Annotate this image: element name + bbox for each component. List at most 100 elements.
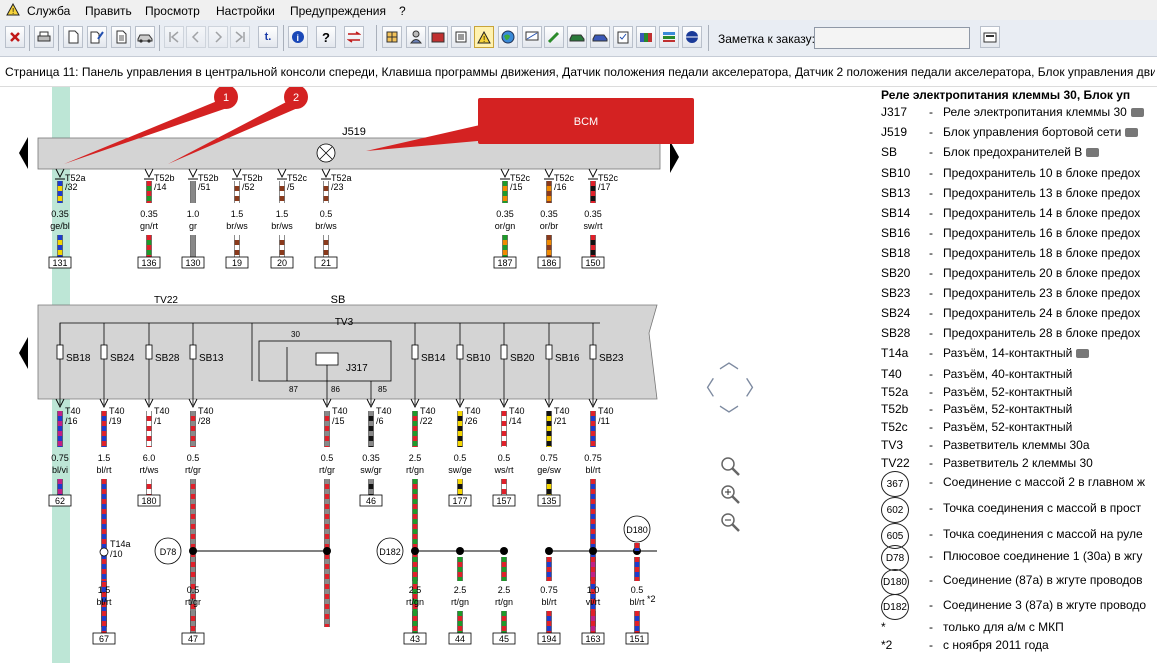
wire-size: 0.75 [540,453,558,463]
list-icon[interactable] [451,26,471,48]
wire-size: 0.35 [140,209,158,219]
wire-size: 1.5 [276,209,289,219]
wire-size: 0.75 [51,453,69,463]
edit-icon[interactable] [87,26,107,48]
menu-help[interactable]: ? [399,4,406,18]
fuse-symbol [56,344,64,360]
legend-code: SB24 [881,306,911,320]
wiring-diagram-svg: J519T52a/320.35ge/bl131T52b/140.35gn/rt1… [19,85,694,663]
menu-view[interactable]: Просмотр [145,4,200,18]
last-page-icon[interactable] [230,26,250,48]
legend-dash: - [929,620,933,634]
fuse-symbol [456,344,464,360]
wire-color: br/ws [226,221,248,231]
wire-color: ge/sw [537,465,561,475]
wire-size: 0.5 [631,585,644,595]
wire-color: ws/rt [494,465,514,475]
wire-color: bl/vi [52,465,68,475]
globe-icon[interactable] [498,26,518,48]
menu-warnings[interactable]: Предупреждения [290,4,386,18]
books-icon[interactable] [636,26,656,48]
car-icon[interactable] [135,26,155,48]
prev-page-icon[interactable] [186,26,206,48]
stack-icon[interactable] [659,26,679,48]
ref-box-label: 45 [499,634,509,644]
monitor-icon[interactable] [522,26,542,48]
clipboard-icon[interactable] [613,26,633,48]
info-icon[interactable]: i [288,26,308,48]
svg-text:i: i [297,33,300,43]
wire-color: or/br [540,221,559,231]
connector-pin: /16 [554,182,567,192]
ref-box-label: 180 [141,496,156,506]
grid-icon[interactable] [382,26,402,48]
legend-text: Точка соединения с массой в прост [943,501,1142,515]
connector-name: T40 [376,406,392,416]
zoom-out-icon[interactable] [719,511,741,533]
camera-icon[interactable] [1076,349,1090,358]
menu-service[interactable]: Служба [27,4,70,18]
wire-size: 1.0 [187,209,200,219]
car-icon[interactable] [567,26,587,48]
disc-icon[interactable] [682,26,702,48]
legend-text: Предохранитель 14 в блоке предох [943,206,1141,220]
legend-dash: - [929,246,933,260]
text-icon[interactable]: t. [258,26,278,48]
connector-name: T40 [65,406,81,416]
document-icon[interactable] [111,26,131,48]
fuse-label: SB23 [599,353,624,364]
wire-size: 2.5 [409,453,422,463]
help-icon[interactable]: ? [316,26,336,48]
wire-color: rt/gn [406,597,424,607]
pan-left-icon[interactable]: 〈 [695,372,715,401]
wire-size: 0.5 [454,453,467,463]
zoom-icon[interactable] [719,455,741,477]
connector-pin: /14 [154,182,167,192]
ref-box-label: 67 [99,634,109,644]
book-icon[interactable] [428,26,448,48]
close-icon[interactable] [5,26,25,48]
wire-color: br/ws [315,221,337,231]
first-page-icon[interactable] [164,26,184,48]
warning-icon[interactable]: ! [474,26,494,48]
zoom-in-icon[interactable] [719,483,741,505]
pencil-icon[interactable] [544,26,564,48]
wire-color: sw/gr [360,465,382,475]
wire-size: 0.5 [187,585,200,595]
pan-down-icon[interactable]: ﹀ [719,399,739,428]
settings-icon[interactable] [980,26,1000,48]
d78-label: D78 [160,547,177,557]
ref-box-label: 177 [452,496,467,506]
exchange-icon[interactable] [344,26,364,48]
fuse-symbol [545,344,553,360]
pan-up-icon[interactable]: ︿ [719,345,739,374]
page-title: Страница 11: Панель управления в централ… [5,65,1155,79]
print-icon[interactable] [34,26,54,48]
camera-icon[interactable] [1130,108,1144,117]
next-page-icon[interactable] [208,26,228,48]
connector-symbol [500,168,510,179]
svg-text:!: ! [12,7,14,16]
person-icon[interactable] [406,26,426,48]
wire-size: 0.75 [584,453,602,463]
connector-pin: /15 [510,182,523,192]
order-note-input[interactable] [814,27,970,49]
connector-pin: /22 [420,416,433,426]
pan-right-icon[interactable]: 〉 [745,372,765,401]
camera-icon[interactable] [1125,128,1139,137]
sb-label: SB [331,294,346,306]
legend-text: Разветвитель 2 клеммы 30 [943,456,1093,470]
search-car-icon[interactable] [590,26,610,48]
camera-icon[interactable] [1086,148,1100,157]
legend-code: T52b [881,402,909,416]
legend-text: Предохранитель 20 в блоке предох [943,266,1141,280]
connector-pin: /1 [154,416,162,426]
legend-code: 602 [881,497,909,523]
menu-edit[interactable]: Править [85,4,132,18]
new-document-icon[interactable] [63,26,83,48]
legend-text: Разъём, 52-контактный [943,420,1073,434]
ref-box-label: 186 [541,258,556,268]
ref-box-label: 135 [541,496,556,506]
menu-settings[interactable]: Настройки [216,4,275,18]
wire-color: rt/gr [185,465,201,475]
